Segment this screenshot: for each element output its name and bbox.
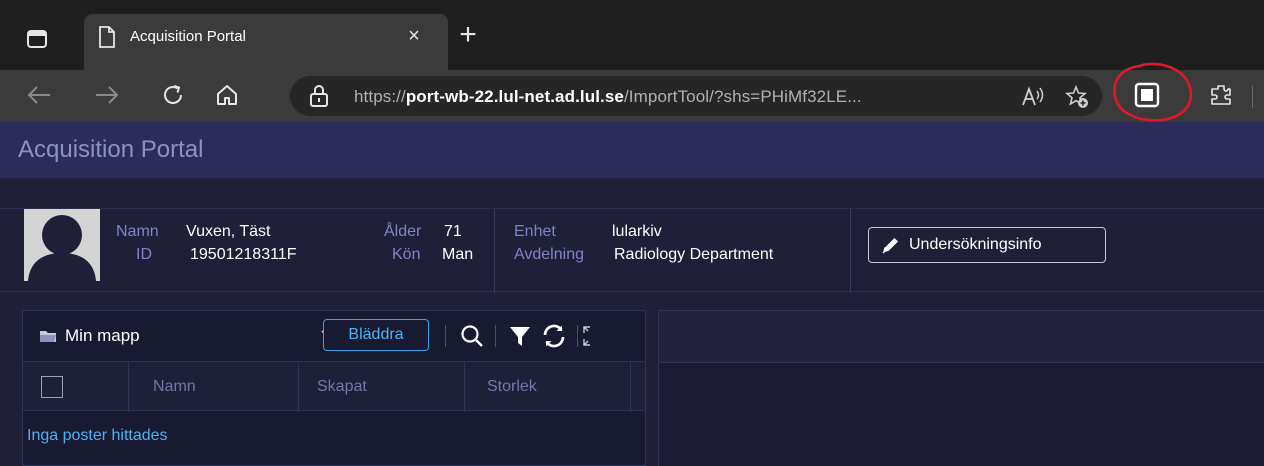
folder-icon: [40, 331, 56, 342]
column-header-created[interactable]: Skapat: [299, 362, 465, 412]
read-aloud-icon[interactable]: [1020, 84, 1046, 110]
table-header: Namn Skapat Storlek: [23, 361, 645, 412]
refresh-icon[interactable]: [158, 80, 188, 110]
header-spacer: [0, 178, 1264, 208]
unit-value: lularkiv: [612, 223, 662, 240]
preview-panel: [658, 310, 1264, 466]
tab-title: Acquisition Portal: [130, 28, 246, 45]
browser-tab[interactable]: Acquisition Portal ×: [84, 14, 448, 70]
avatar: [24, 209, 100, 281]
new-tab-button[interactable]: +: [454, 20, 482, 50]
url-host: port-wb-22.lul-net.ad.lul.se: [405, 87, 624, 106]
address-bar[interactable]: https://port-wb-22.lul-net.ad.lul.se/Imp…: [290, 76, 1102, 116]
department-label: Avdelning: [514, 246, 584, 263]
column-header-name[interactable]: Namn: [129, 362, 299, 412]
toolbar-separator: [577, 325, 578, 347]
name-label: Namn: [116, 223, 159, 240]
divider: [850, 209, 851, 293]
filter-icon[interactable]: [505, 321, 535, 351]
preview-panel-header: [659, 311, 1264, 363]
select-all-checkbox[interactable]: [41, 376, 63, 398]
divider: [494, 209, 495, 293]
name-value: Vuxen, Täst: [186, 223, 271, 240]
forward-icon[interactable]: [92, 80, 122, 110]
sex-value: Man: [442, 246, 474, 263]
select-all-cell: [23, 362, 129, 412]
patient-info-bar: Namn Vuxen, Täst ID 19501218311F Ålder 7…: [0, 208, 1264, 293]
browse-button[interactable]: Bläddra: [323, 319, 429, 351]
search-icon[interactable]: [457, 321, 487, 351]
sex-label: Kön: [392, 246, 421, 263]
portal-title: Acquisition Portal: [18, 136, 204, 163]
home-icon[interactable]: [212, 80, 242, 110]
favorites-add-icon[interactable]: [1064, 84, 1090, 110]
lock-icon[interactable]: [308, 84, 330, 108]
file-panel: Min mapp Bläddra Namn Skapat Storlek Ing…: [22, 310, 646, 466]
url-scheme: https://: [354, 87, 406, 106]
toolbar-separator: [445, 325, 446, 347]
empty-message: Inga poster hittades: [27, 427, 168, 444]
tab-actions-icon[interactable]: [26, 28, 48, 50]
examination-info-button[interactable]: Undersökningsinfo: [868, 227, 1106, 263]
sync-icon[interactable]: [539, 321, 569, 351]
column-header-size[interactable]: Storlek: [465, 362, 631, 412]
tab-close-icon[interactable]: ×: [402, 24, 426, 48]
folder-name: Min mapp: [65, 326, 140, 345]
annotation-circle: [1113, 62, 1193, 122]
portal-header: Acquisition Portal: [0, 122, 1264, 178]
id-value: 19501218311F: [190, 246, 297, 263]
folder-select[interactable]: Min mapp: [39, 323, 337, 349]
url-path: /ImportTool/?shs=PHiMf32LE...: [623, 87, 862, 106]
examination-info-label: Undersökningsinfo: [909, 236, 1042, 253]
extensions-icon[interactable]: [1206, 80, 1236, 110]
id-label: ID: [136, 246, 152, 263]
department-value: Radiology Department: [614, 246, 774, 263]
pencil-icon: [882, 238, 898, 254]
url-text[interactable]: https://port-wb-22.lul-net.ad.lul.se/Imp…: [354, 87, 862, 107]
browser-tab-bar: Acquisition Portal × +: [0, 0, 1264, 70]
browser-toolbar: https://port-wb-22.lul-net.ad.lul.se/Imp…: [0, 70, 1264, 122]
toolbar-separator: [495, 325, 496, 347]
age-label: Ålder: [384, 223, 422, 240]
page-icon: [98, 26, 118, 48]
expand-icon[interactable]: [579, 321, 599, 351]
toolbar-separator: [1252, 86, 1253, 108]
unit-label: Enhet: [514, 223, 556, 240]
back-icon[interactable]: [24, 80, 54, 110]
file-toolbar: Min mapp Bläddra: [23, 311, 645, 361]
age-value: 71: [444, 223, 462, 240]
